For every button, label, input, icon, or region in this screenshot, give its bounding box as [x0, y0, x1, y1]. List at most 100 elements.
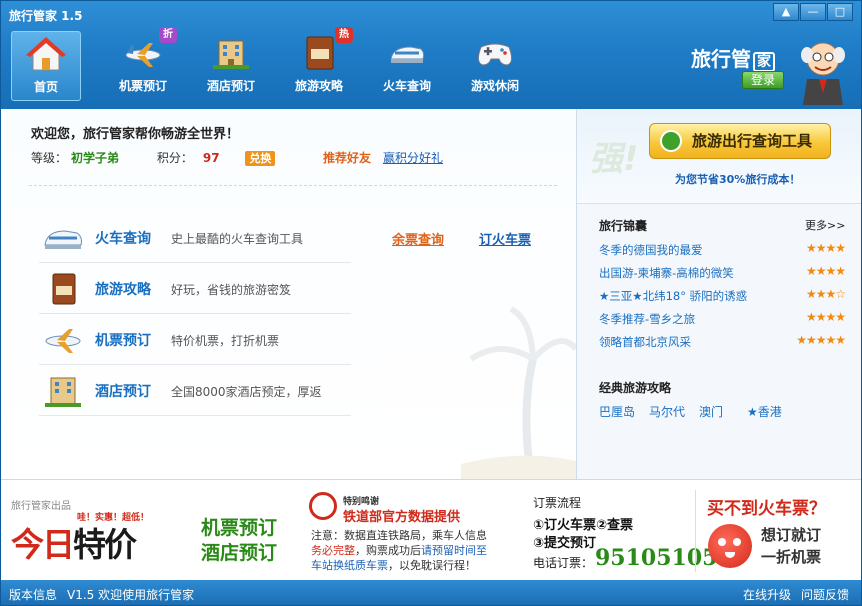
- maximize-button[interactable]: □: [827, 3, 853, 21]
- guide-title[interactable]: 领略首都北京风采: [599, 334, 691, 350]
- nav-air-tickets[interactable]: 折 机票预订: [99, 27, 187, 101]
- nav-games-label: 游戏休闲: [470, 79, 519, 93]
- banner-hotel-link[interactable]: 酒店预订: [201, 538, 277, 565]
- destination-link[interactable]: ★香港: [747, 403, 782, 420]
- service-row-guide[interactable]: 旅游攻略 好玩，省钱的旅游密笈: [39, 264, 351, 314]
- service-desc: 好玩，省钱的旅游密笈: [171, 283, 292, 297]
- feedback-link[interactable]: 问题反馈: [801, 586, 849, 603]
- phone-number: 95105105: [595, 545, 718, 571]
- service-desc: 全国8000家酒店预定，厚返: [171, 385, 322, 399]
- banner-divider: [695, 490, 696, 572]
- login-button[interactable]: 登录: [742, 71, 784, 89]
- official-data-label: 铁道部官方数据提供: [343, 510, 461, 525]
- nav-home-label: 首页: [33, 80, 58, 94]
- railway-logo-icon: [309, 492, 337, 520]
- rating-stars: ★★★★★: [796, 333, 846, 347]
- booking-step-2: ③提交预订: [533, 536, 597, 551]
- nav-games[interactable]: 游戏休闲: [451, 31, 539, 101]
- red-mascot-icon: [708, 524, 752, 568]
- welcome-message: 欢迎您，旅行管家帮你畅游全世界！: [31, 127, 240, 142]
- version-info-link[interactable]: 版本信息: [9, 586, 57, 603]
- service-row-air[interactable]: 机票预订 特价机票，打折机票: [39, 315, 351, 365]
- guide-item[interactable]: ★三亚★北纬18° 骄阳的诱惑 ★★★☆: [599, 285, 849, 305]
- guide-item[interactable]: 出国游-柬埔寨-高棉的微笑 ★★★★: [599, 262, 849, 282]
- note-3: ，购票成功后: [355, 544, 421, 557]
- exchange-button[interactable]: 兑换: [245, 151, 276, 166]
- banner-air-link[interactable]: 机票预订: [201, 513, 277, 540]
- brand-logo: 旅行管家: [691, 43, 775, 72]
- menu-button[interactable]: ▲: [773, 3, 799, 21]
- travel-query-tool-button[interactable]: 旅游出行查询工具: [649, 123, 831, 159]
- online-update-link[interactable]: 在线升级: [743, 586, 791, 603]
- service-name[interactable]: 火车查询: [95, 228, 151, 248]
- rating-stars: ★★★☆: [805, 287, 846, 301]
- section-divider: [29, 185, 557, 186]
- guide-title[interactable]: 冬季的德国我的最爱: [599, 242, 703, 258]
- guide-book-icon: [52, 273, 76, 305]
- discount-badge: 折: [159, 27, 177, 43]
- save-cost-link[interactable]: 为您节省30%旅行成本！: [675, 171, 800, 187]
- today-special-red: 今日: [11, 525, 75, 564]
- note-1: 注意：数据直连铁路局，乘车人信息: [311, 529, 487, 542]
- note-5: 车站换纸质车票: [311, 559, 388, 572]
- destination-link[interactable]: 马尔代: [649, 403, 685, 420]
- service-name[interactable]: 机票预订: [95, 330, 151, 350]
- nav-hotel[interactable]: 酒店预订: [187, 31, 275, 101]
- deco-text: 强!: [589, 139, 639, 179]
- service-name[interactable]: 旅游攻略: [95, 279, 151, 299]
- window-title: 旅行管家 1.5: [9, 9, 83, 23]
- destination-link[interactable]: 巴厘岛: [599, 403, 635, 420]
- booking-note: 注意：数据直连铁路局，乘车人信息 务必完整，购票成功后请预留时间至 车站换纸质车…: [311, 528, 511, 573]
- hot-badge: 热: [335, 27, 353, 43]
- hotel-building-icon: [45, 377, 81, 407]
- butler-mascot-icon: [801, 42, 845, 105]
- discount-ticket-text: 一折机票: [761, 548, 822, 566]
- level-value: 初学子弟: [71, 151, 120, 165]
- rating-stars: ★★★★: [805, 241, 846, 255]
- promo-banner[interactable]: 旅行管家出品 哇！实惠！超低！ 今日特价 机票预订 酒店预订 特别鸣谢 铁道部官…: [1, 479, 861, 580]
- hotel-building-icon: [213, 40, 249, 69]
- header-bar: 旅行管家 1.5 ▲ — □ 首页 折 机票预订 酒店预订 热 旅游攻略 火车查…: [1, 1, 861, 109]
- guide-item[interactable]: 冬季推荐-雪乡之旅 ★★★★: [599, 308, 849, 328]
- nav-hotel-label: 酒店预订: [206, 79, 255, 93]
- train-icon: [390, 46, 425, 63]
- app-window: 旅行管家 1.5 ▲ — □ 首页 折 机票预订 酒店预订 热 旅游攻略 火车查…: [0, 0, 862, 606]
- nav-home[interactable]: 首页: [11, 31, 81, 101]
- guide-title[interactable]: 冬季推荐-雪乡之旅: [599, 311, 695, 327]
- home-main-panel: 欢迎您，旅行管家帮你畅游全世界！ 等级： 初学子弟 积分： 97 兑换 推荐好友 赢…: [1, 109, 576, 479]
- nav-train[interactable]: 火车查询: [363, 31, 451, 101]
- thumbs-up-icon: [660, 130, 682, 152]
- nav-travel-guide[interactable]: 热 旅游攻略: [275, 27, 363, 101]
- win-points-gift-link[interactable]: 赢积分好礼: [383, 149, 443, 166]
- note-6: ，以免耽误行程！: [388, 559, 476, 572]
- guide-item[interactable]: 领略首都北京风采 ★★★★★: [599, 331, 849, 351]
- note-4: 请预留时间至: [421, 544, 487, 557]
- service-row-hotel[interactable]: 酒店预订 全国8000家酒店预定，厚返: [39, 366, 351, 416]
- home-icon: [26, 37, 66, 71]
- service-row-train[interactable]: 火车查询 史上最酷的火车查询工具: [39, 213, 351, 263]
- guide-item[interactable]: 冬季的德国我的最爱 ★★★★: [599, 239, 849, 259]
- palm-tree-decoration: [461, 306, 576, 479]
- destination-link[interactable]: 澳门: [699, 403, 723, 420]
- gamepad-icon: [477, 43, 513, 66]
- recommend-friend-link[interactable]: 推荐好友: [323, 149, 371, 166]
- service-desc: 特价机票，打折机票: [171, 334, 280, 348]
- brand-logo-text: 旅行管: [691, 47, 751, 71]
- remaining-tickets-link[interactable]: 余票查询: [392, 229, 444, 248]
- publisher-label: 旅行管家出品: [11, 501, 71, 512]
- want-book-text: 想订就订: [761, 526, 822, 544]
- right-panel: 强! 旅游出行查询工具 为您节省30%旅行成本！ 旅行锦囊 更多>> 冬季的德国…: [576, 109, 861, 479]
- points-value: 97: [202, 151, 220, 165]
- book-train-ticket-link[interactable]: 订火车票: [479, 229, 531, 248]
- nav-air-label: 机票预订: [118, 79, 167, 93]
- travel-tips-title: 旅行锦囊: [599, 219, 648, 233]
- status-welcome-text: V1.5 欢迎使用旅行管家: [67, 588, 195, 602]
- nav-guide-label: 旅游攻略: [294, 79, 343, 93]
- airplane-icon: [45, 329, 81, 353]
- service-name[interactable]: 酒店预订: [95, 381, 151, 401]
- guide-title[interactable]: 出国游-柬埔寨-高棉的微笑: [599, 265, 734, 281]
- main-nav: 首页 折 机票预订 酒店预订 热 旅游攻略 火车查询 游戏休闲: [11, 27, 539, 103]
- minimize-button[interactable]: —: [800, 3, 826, 21]
- more-link[interactable]: 更多>>: [805, 217, 845, 233]
- guide-title[interactable]: ★三亚★北纬18° 骄阳的诱惑: [599, 288, 747, 304]
